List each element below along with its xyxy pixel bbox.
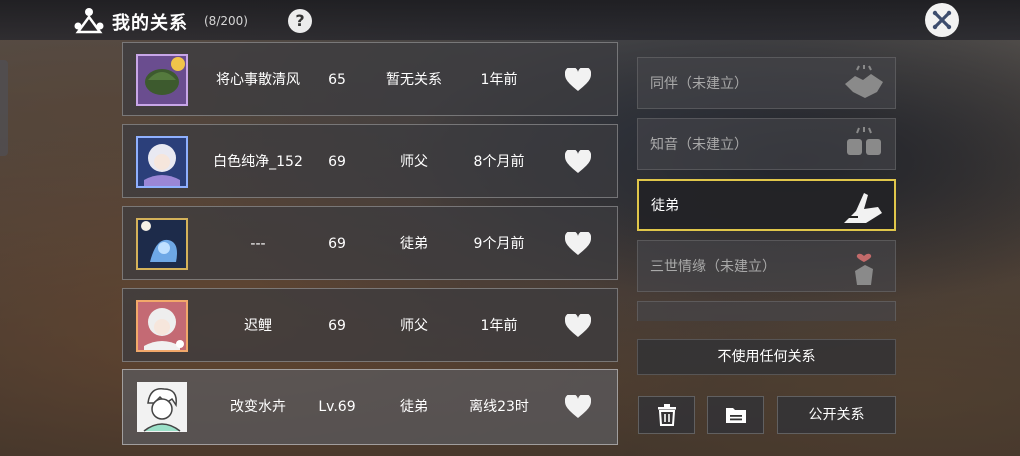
heart-icon[interactable] [565,150,591,174]
relationship-logo-icon [74,8,104,34]
friend-name: 迟鲤 [244,317,272,334]
delete-button[interactable] [638,396,695,434]
avatar [136,54,188,106]
relation-option-confidant[interactable]: 知音（未建立） [637,118,896,170]
relation-count: (8/200) [204,14,248,28]
relation-option-more[interactable] [637,301,896,321]
close-icon [932,10,952,30]
relation-option-apprentice[interactable]: 徒弟 [637,179,896,231]
folder-button[interactable] [707,396,764,434]
side-tab[interactable] [0,60,8,156]
relation-option-label: 徒弟 [651,198,679,214]
heart-icon[interactable] [565,314,591,338]
page-title: 我的关系 [112,13,188,34]
friend-relation: 徒弟 [400,235,428,252]
relation-option-three-lives[interactable]: 三世情缘（未建立） [637,240,896,292]
friend-last-online: 1年前 [480,317,518,334]
avatar [136,218,188,270]
heart-icon[interactable] [565,395,591,419]
avatar [136,300,188,352]
friend-relation: 徒弟 [400,398,428,415]
friend-last-online: 1年前 [480,71,518,88]
friend-last-online: 8个月前 [473,153,525,170]
finger-heart-icon [855,253,873,285]
relation-option-label: 知音（未建立） [650,137,748,153]
avatar [137,382,187,432]
no-relation-button[interactable]: 不使用任何关系 [637,339,896,375]
folder-icon [725,408,746,423]
friend-name: 将心事散清风 [216,71,300,88]
friend-level: Lv.69 [318,398,356,415]
relation-option-label: 三世情缘（未建立） [650,259,776,275]
heart-icon[interactable] [565,232,591,256]
friend-last-online: 9个月前 [473,235,525,252]
friend-last-online: 离线23时 [469,398,529,415]
friend-row[interactable]: --- 69 徒弟 9个月前 [122,206,618,280]
fist-bump-icon [847,127,881,155]
help-button[interactable]: ? [288,9,312,33]
friend-row[interactable]: 迟鲤 69 师父 1年前 [122,288,618,362]
handshake-icon [845,65,883,98]
friend-level: 69 [328,235,346,252]
friend-name: 白色纯净_152 [213,153,303,170]
friend-row[interactable]: 改变水卉 Lv.69 徒弟 离线23时 [122,369,618,445]
friend-level: 69 [328,317,346,334]
friend-level: 65 [328,71,346,88]
heart-icon[interactable] [565,68,591,92]
top-bar: 我的关系 (8/200) ? [0,0,1020,40]
relation-option-label: 同伴（未建立） [650,76,748,92]
friend-row[interactable]: 将心事散清风 65 暂无关系 1年前 [122,42,618,116]
friend-relation: 暂无关系 [386,71,442,88]
friend-relation: 师父 [400,153,428,170]
public-relation-button[interactable]: 公开关系 [777,396,896,434]
friend-relation: 师父 [400,317,428,334]
hands-icon [844,193,882,223]
friend-level: 69 [328,153,346,170]
trash-icon [657,404,676,426]
friend-row[interactable]: 白色纯净_152 69 师父 8个月前 [122,124,618,198]
avatar [136,136,188,188]
friend-name: --- [250,235,266,252]
relation-option-companion[interactable]: 同伴（未建立） [637,57,896,109]
close-button[interactable] [925,3,959,37]
friend-name: 改变水卉 [230,398,286,415]
